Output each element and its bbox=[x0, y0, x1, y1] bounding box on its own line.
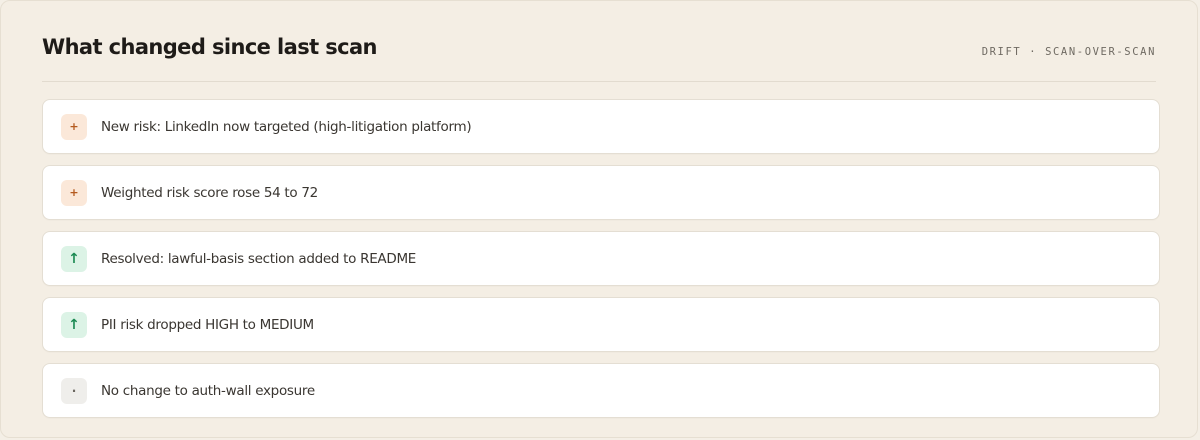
change-item-score-rose: + Weighted risk score rose 54 to 72 bbox=[42, 165, 1160, 220]
risk-increase-icon: + bbox=[61, 179, 87, 206]
arrow-up-icon: ↑ bbox=[61, 245, 87, 272]
dot-icon: · bbox=[61, 377, 87, 404]
risk-increase-icon: + bbox=[61, 113, 87, 140]
change-item-new-risk: + New risk: LinkedIn now targeted (high-… bbox=[42, 99, 1160, 154]
arrow-up-icon: ↑ bbox=[61, 311, 87, 338]
panel-meta-label: DRIFT · SCAN-OVER-SCAN bbox=[981, 46, 1156, 58]
change-list: + New risk: LinkedIn now targeted (high-… bbox=[42, 99, 1160, 429]
panel-title: What changed since last scan bbox=[42, 35, 378, 59]
change-item-text: No change to auth-wall exposure bbox=[101, 382, 315, 399]
change-item-text: Weighted risk score rose 54 to 72 bbox=[101, 184, 318, 201]
change-item-pii-dropped: ↑ PII risk dropped HIGH to MEDIUM bbox=[42, 297, 1160, 352]
change-item-resolved: ↑ Resolved: lawful-basis section added t… bbox=[42, 231, 1160, 286]
change-item-no-change: · No change to auth-wall exposure bbox=[42, 363, 1160, 418]
change-item-text: PII risk dropped HIGH to MEDIUM bbox=[101, 316, 314, 333]
change-item-text: Resolved: lawful-basis section added to … bbox=[101, 250, 417, 267]
panel-header: What changed since last scan DRIFT · SCA… bbox=[42, 35, 1156, 82]
drift-panel: What changed since last scan DRIFT · SCA… bbox=[0, 0, 1198, 438]
change-item-text: New risk: LinkedIn now targeted (high-li… bbox=[101, 118, 472, 135]
